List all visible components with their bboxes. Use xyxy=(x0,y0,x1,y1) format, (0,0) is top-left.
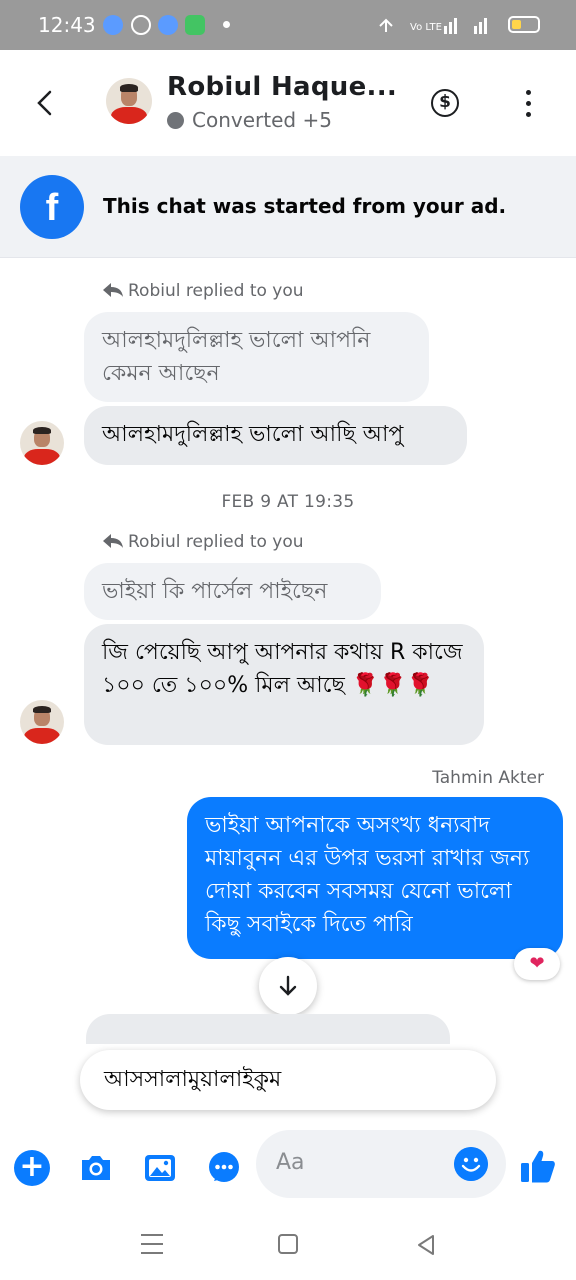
status-label: Converted +5 xyxy=(192,108,332,132)
message-input[interactable]: Aa xyxy=(256,1130,506,1198)
signal-icons: Vo LTE xyxy=(379,18,487,34)
contact-name[interactable]: Robiul Haque... xyxy=(167,72,397,102)
messenger-notification-icon xyxy=(103,15,123,35)
home-icon[interactable] xyxy=(278,1234,298,1254)
contact-avatar[interactable] xyxy=(106,78,152,124)
reply-note-text: Robiul replied to you xyxy=(128,281,304,301)
reply-note: Robiul replied to you xyxy=(102,532,304,552)
chat-bubble-icon[interactable] xyxy=(206,1150,242,1186)
quoted-message[interactable]: আলহামদুলিল্লাহ ভালো আপনি কেমন আছেন xyxy=(84,312,429,402)
scroll-to-bottom-button[interactable] xyxy=(259,957,317,1015)
incoming-message[interactable]: জি পেয়েছি আপু আপনার কথায় R কাজে ১০০ তে… xyxy=(84,624,484,745)
partial-message xyxy=(86,1014,450,1044)
reply-arrow-icon xyxy=(103,534,123,548)
heart-reaction-icon[interactable]: ❤ xyxy=(514,948,560,980)
arrow-down-icon xyxy=(279,975,297,996)
emoji-icon[interactable] xyxy=(454,1147,488,1181)
status-dot-icon xyxy=(167,112,184,129)
system-navigation-bar xyxy=(0,1210,576,1280)
svg-text:Vo LTE: Vo LTE xyxy=(410,22,442,33)
nav-back-icon[interactable] xyxy=(416,1234,436,1256)
suggested-reply-chip[interactable]: আসসালামুয়ালাইকুম xyxy=(80,1050,496,1110)
composer-bar: + Aa xyxy=(0,1120,576,1210)
reply-arrow-icon xyxy=(103,283,123,297)
ad-banner: f This chat was started from your ad. xyxy=(0,156,576,258)
recent-apps-icon[interactable] xyxy=(141,1234,163,1254)
contact-status: Converted +5 xyxy=(167,108,332,132)
blocked-icon xyxy=(131,15,151,35)
status-bar: 12:43 Vo LTE xyxy=(0,0,576,50)
plus-icon[interactable]: + xyxy=(14,1150,50,1186)
more-icon[interactable] xyxy=(520,90,536,118)
sender-avatar[interactable] xyxy=(20,421,64,465)
back-icon[interactable] xyxy=(30,86,62,120)
sender-avatar[interactable] xyxy=(20,700,64,744)
reply-note-text: Robiul replied to you xyxy=(128,532,304,552)
gallery-icon[interactable] xyxy=(142,1150,178,1186)
incoming-message[interactable]: আলহামদুলিল্লাহ ভালো আছি আপু xyxy=(84,406,467,465)
dollar-icon[interactable]: $ xyxy=(431,89,459,117)
ad-banner-text: This chat was started from your ad. xyxy=(103,194,507,218)
quoted-message[interactable]: ভাইয়া কি পার্সেল পাইছেন xyxy=(84,563,381,620)
timestamp: FEB 9 AT 19:35 xyxy=(221,492,355,512)
chat-header: Robiul Haque... Converted +5 $ xyxy=(0,50,576,156)
reply-note: Robiul replied to you xyxy=(102,281,304,301)
app-icon xyxy=(185,15,205,35)
facebook-icon: f xyxy=(20,175,84,239)
sender-name: Tahmin Akter xyxy=(432,768,544,788)
notification-dot-icon xyxy=(223,21,230,28)
camera-icon[interactable] xyxy=(78,1150,114,1186)
like-icon[interactable] xyxy=(518,1146,558,1186)
battery-icon xyxy=(508,16,540,33)
outgoing-message[interactable]: ভাইয়া আপনাকে অসংখ্য ধন্যবাদ মায়াবুনন এ… xyxy=(187,797,563,959)
messenger-icon xyxy=(158,15,178,35)
status-time: 12:43 xyxy=(38,13,96,37)
message-input-placeholder: Aa xyxy=(276,1150,305,1175)
